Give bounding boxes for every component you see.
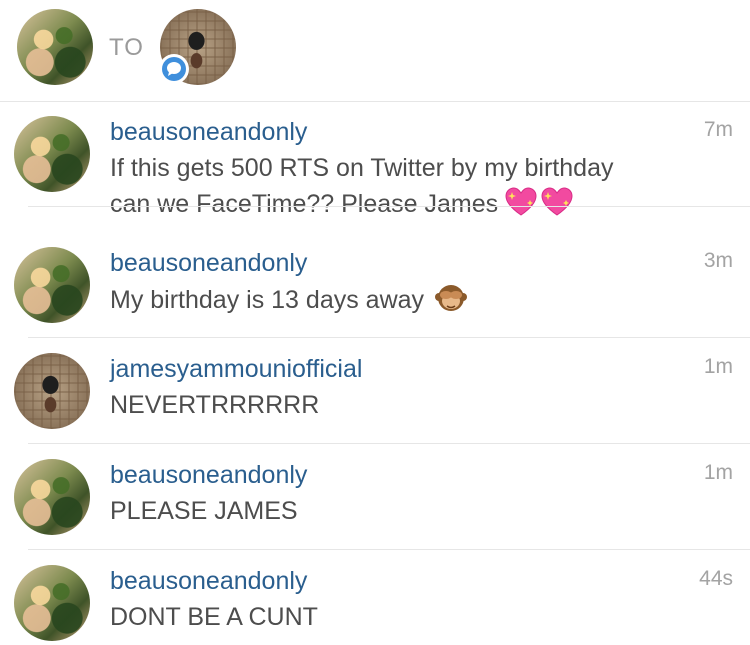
message-item[interactable]: beausoneandonly 7m If this gets 500 RTS … xyxy=(0,101,750,218)
message-username[interactable]: beausoneandonly xyxy=(110,249,307,278)
message-divider xyxy=(28,206,750,207)
message-text: My birthday is 13 days away xyxy=(110,282,710,324)
message-text: DONT BE A CUNT xyxy=(110,600,710,635)
message-text: If this gets 500 RTS on Twitter by my bi… xyxy=(110,151,710,228)
to-label: TO xyxy=(109,34,144,61)
message-line: My birthday is 13 days away xyxy=(110,286,425,314)
message-username[interactable]: jamesyammouniofficial xyxy=(110,355,362,384)
sparkling-heart-icon xyxy=(540,186,574,228)
message-item[interactable]: beausoneandonly 1m PLEASE JAMES xyxy=(0,444,750,550)
message-line: NEVERTRRRRRR xyxy=(110,391,320,419)
avatar[interactable] xyxy=(14,565,90,641)
message-username[interactable]: beausoneandonly xyxy=(110,461,307,490)
message-line: DONT BE A CUNT xyxy=(110,603,318,631)
message-time: 7m xyxy=(703,118,733,141)
message-line: can we FaceTime?? Please James xyxy=(110,190,499,218)
message-time: 3m xyxy=(703,249,733,272)
avatar[interactable] xyxy=(14,247,90,323)
message-time: 44s xyxy=(699,567,733,590)
sparkling-heart-icon xyxy=(504,186,538,228)
message-text: PLEASE JAMES xyxy=(110,494,710,529)
message-item[interactable]: jamesyammouniofficial 1m NEVERTRRRRRR xyxy=(0,338,750,444)
message-username[interactable]: beausoneandonly xyxy=(110,118,307,147)
avatar[interactable] xyxy=(14,353,90,429)
message-text: NEVERTRRRRRR xyxy=(110,388,710,423)
chat-bubble-icon xyxy=(159,54,189,84)
avatar[interactable] xyxy=(14,459,90,535)
direct-message-thread: TO beausoneandonly 7m If this gets 500 R… xyxy=(0,0,750,645)
message-username[interactable]: beausoneandonly xyxy=(110,567,307,596)
avatar[interactable] xyxy=(14,116,90,192)
sender-avatar xyxy=(17,9,93,85)
message-line: If this gets 500 RTS on Twitter by my bi… xyxy=(110,154,614,182)
see-no-evil-monkey-icon xyxy=(434,282,468,324)
recipients-header: TO xyxy=(0,0,750,102)
message-item[interactable]: beausoneandonly 3m My birthday is 13 day… xyxy=(0,232,750,338)
message-time: 1m xyxy=(703,355,733,378)
message-line: PLEASE JAMES xyxy=(110,497,298,525)
message-time: 1m xyxy=(703,461,733,484)
message-item[interactable]: beausoneandonly 44s DONT BE A CUNT xyxy=(0,550,750,645)
